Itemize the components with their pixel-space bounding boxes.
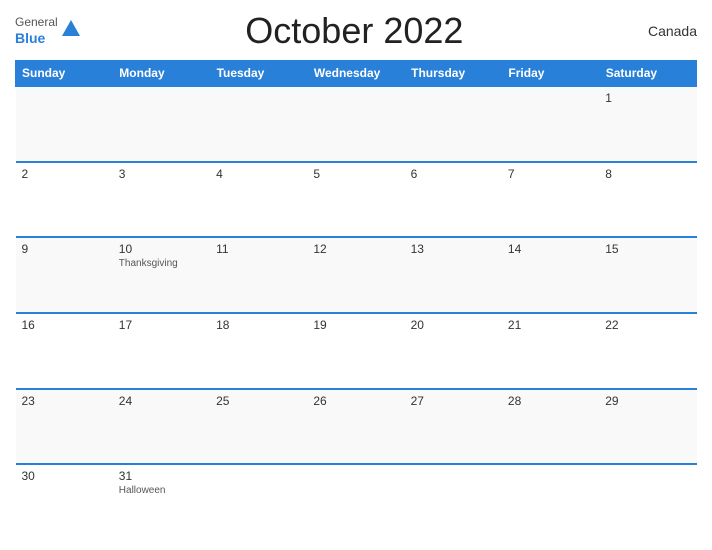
calendar-week-row: 2345678: [16, 162, 697, 238]
weekday-header-friday: Friday: [502, 61, 599, 87]
calendar-wrapper: General Blue October 2022 Canada SundayM…: [0, 0, 712, 550]
calendar-day-cell: 23: [16, 389, 113, 465]
calendar-day-cell: [502, 464, 599, 540]
logo-text: General Blue: [15, 15, 58, 46]
logo-general: General: [15, 15, 58, 29]
calendar-day-cell: 19: [307, 313, 404, 389]
weekday-header-row: SundayMondayTuesdayWednesdayThursdayFrid…: [16, 61, 697, 87]
weekday-header-thursday: Thursday: [405, 61, 502, 87]
calendar-day-cell: 25: [210, 389, 307, 465]
calendar-day-cell: 2: [16, 162, 113, 238]
calendar-week-row: 9 10 Thanksgiving 11 12 13 14 15: [16, 237, 697, 313]
calendar-day-cell: 26: [307, 389, 404, 465]
day-number: 16: [22, 318, 107, 332]
calendar-week-row: 16 17 18 19 20 21 22: [16, 313, 697, 389]
day-number: 9: [22, 242, 107, 256]
weekday-header-sunday: Sunday: [16, 61, 113, 87]
day-number: 26: [313, 394, 398, 408]
day-number: 28: [508, 394, 593, 408]
calendar-day-cell: 17: [113, 313, 210, 389]
calendar-day-cell: 1: [599, 86, 696, 162]
calendar-week-row: 1: [16, 86, 697, 162]
calendar-day-cell: [405, 86, 502, 162]
calendar-day-cell: [307, 86, 404, 162]
day-number: 2: [22, 167, 107, 181]
day-number: 17: [119, 318, 204, 332]
calendar-day-cell: 18: [210, 313, 307, 389]
calendar-day-cell: 20: [405, 313, 502, 389]
calendar-day-cell: [210, 86, 307, 162]
calendar-week-row: 30 31 Halloween: [16, 464, 697, 540]
day-number: 23: [22, 394, 107, 408]
day-number: 1: [605, 91, 690, 105]
day-number: 31: [119, 469, 204, 483]
calendar-day-cell: 28: [502, 389, 599, 465]
day-number: 19: [313, 318, 398, 332]
day-number: 6: [411, 167, 496, 181]
calendar-day-cell: 21: [502, 313, 599, 389]
weekday-header-saturday: Saturday: [599, 61, 696, 87]
day-number: 29: [605, 394, 690, 408]
calendar-day-cell: 24: [113, 389, 210, 465]
calendar-day-cell: [405, 464, 502, 540]
day-number: 22: [605, 318, 690, 332]
calendar-country: Canada: [627, 23, 697, 39]
calendar-day-cell: [599, 464, 696, 540]
calendar-title: October 2022: [82, 10, 627, 52]
calendar-day-cell: 7: [502, 162, 599, 238]
day-number: 7: [508, 167, 593, 181]
calendar-header: General Blue October 2022 Canada: [15, 10, 697, 52]
calendar-day-cell: [210, 464, 307, 540]
day-number: 10: [119, 242, 204, 256]
calendar-week-row: 23 24 25 26 27 28 29: [16, 389, 697, 465]
calendar-day-cell: 16: [16, 313, 113, 389]
day-number: 27: [411, 394, 496, 408]
calendar-day-cell: 3: [113, 162, 210, 238]
logo: General Blue: [15, 15, 82, 46]
day-number: 25: [216, 394, 301, 408]
calendar-day-cell: 6: [405, 162, 502, 238]
day-number: 12: [313, 242, 398, 256]
calendar-day-cell: 22: [599, 313, 696, 389]
day-number: 18: [216, 318, 301, 332]
day-number: 20: [411, 318, 496, 332]
calendar-day-cell: [113, 86, 210, 162]
calendar-day-cell: 8: [599, 162, 696, 238]
calendar-day-cell: 9: [16, 237, 113, 313]
calendar-day-cell: 15: [599, 237, 696, 313]
logo-icon: [60, 18, 82, 40]
calendar-day-cell: 14: [502, 237, 599, 313]
day-number: 4: [216, 167, 301, 181]
day-number: 21: [508, 318, 593, 332]
calendar-day-cell: [502, 86, 599, 162]
calendar-table: SundayMondayTuesdayWednesdayThursdayFrid…: [15, 60, 697, 540]
calendar-day-cell: 11: [210, 237, 307, 313]
day-number: 11: [216, 242, 301, 256]
day-number: 13: [411, 242, 496, 256]
day-number: 5: [313, 167, 398, 181]
calendar-day-cell: [16, 86, 113, 162]
day-event: Thanksgiving: [119, 258, 204, 269]
day-event: Halloween: [119, 485, 204, 496]
day-number: 30: [22, 469, 107, 483]
day-number: 8: [605, 167, 690, 181]
logo-blue: Blue: [15, 30, 58, 47]
day-number: 15: [605, 242, 690, 256]
weekday-header-wednesday: Wednesday: [307, 61, 404, 87]
weekday-header-tuesday: Tuesday: [210, 61, 307, 87]
calendar-day-cell: 27: [405, 389, 502, 465]
calendar-day-cell: 12: [307, 237, 404, 313]
day-number: 24: [119, 394, 204, 408]
calendar-day-cell: 10 Thanksgiving: [113, 237, 210, 313]
calendar-day-cell: 5: [307, 162, 404, 238]
calendar-day-cell: 31 Halloween: [113, 464, 210, 540]
calendar-day-cell: 4: [210, 162, 307, 238]
calendar-day-cell: 13: [405, 237, 502, 313]
weekday-header-monday: Monday: [113, 61, 210, 87]
calendar-day-cell: 30: [16, 464, 113, 540]
day-number: 14: [508, 242, 593, 256]
day-number: 3: [119, 167, 204, 181]
calendar-day-cell: [307, 464, 404, 540]
calendar-day-cell: 29: [599, 389, 696, 465]
